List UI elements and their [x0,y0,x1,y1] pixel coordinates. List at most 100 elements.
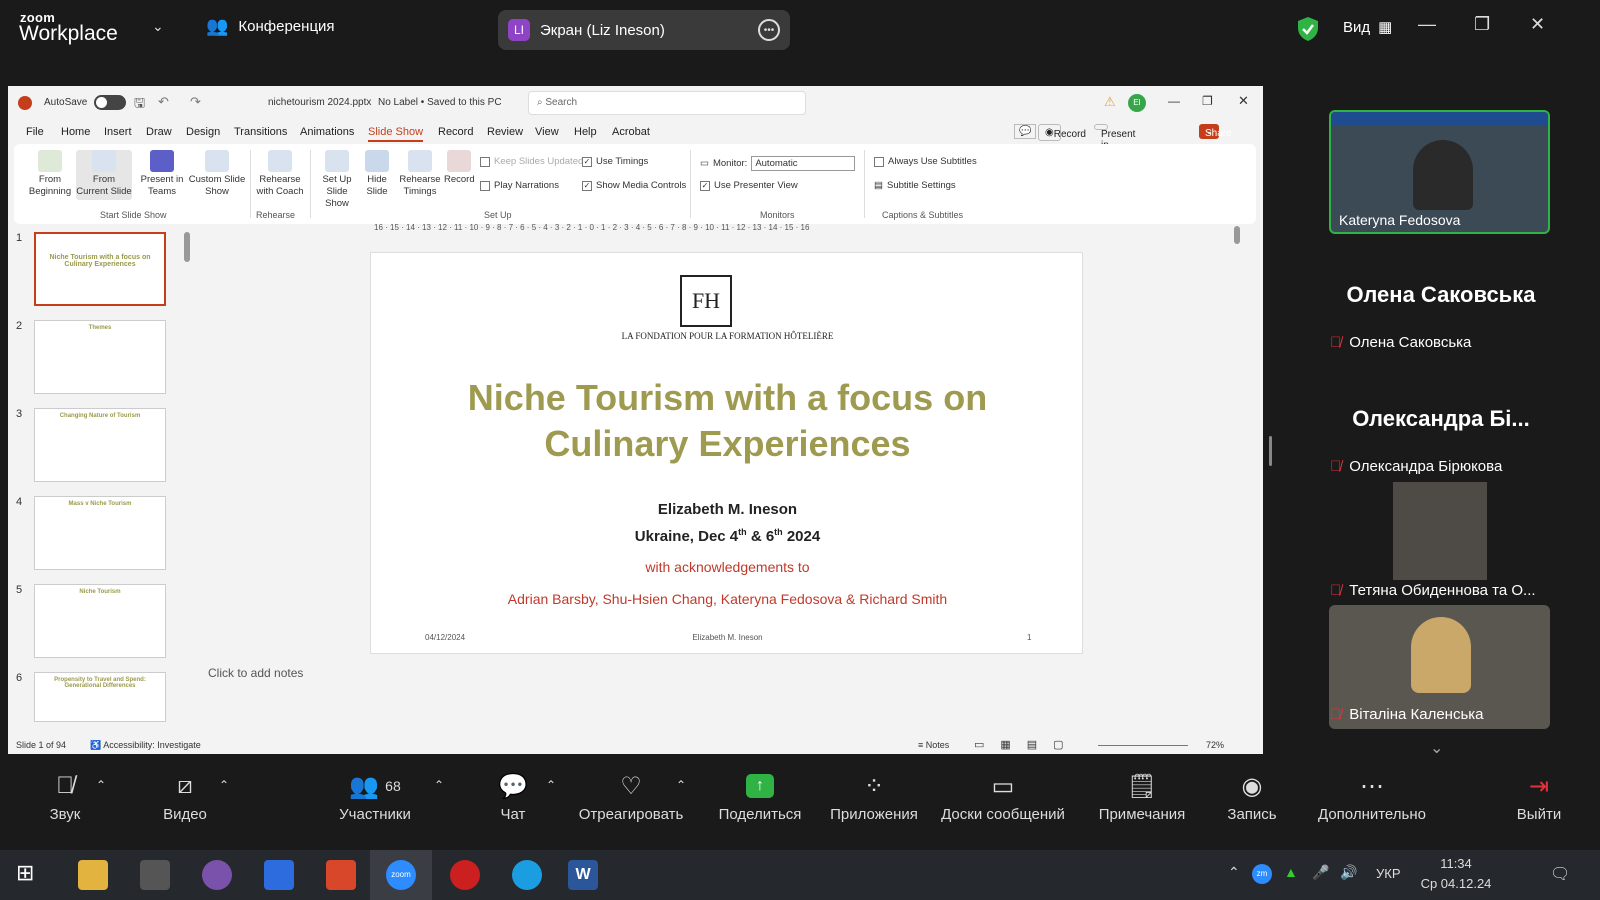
chevron-down-icon[interactable]: ⌄ [152,18,164,35]
always-subtitles-checkbox[interactable]: Always Use Subtitles [874,156,977,167]
react-button[interactable]: ♡ Отреагировать [574,766,688,824]
slide-thumbnail[interactable]: Niche Tourism with a focus on Culinary E… [34,232,166,306]
audio-button[interactable]: 🎙̸ Звук [30,766,100,823]
view-button[interactable]: Вид ▦ [1343,18,1392,37]
editor-scrollbar[interactable] [1234,226,1240,244]
panel-splitter[interactable] [1269,436,1272,466]
slide-thumbnail[interactable]: Niche Tourism [34,584,166,658]
more-button[interactable]: ⋯ Дополнительно [1310,766,1434,824]
chevron-up-icon[interactable]: ⌃ [219,778,229,792]
hide-slide-button[interactable]: Hide Slide [362,150,392,198]
chevron-up-icon[interactable]: ⌃ [546,778,556,792]
security-shield-icon[interactable] [1296,16,1320,42]
redo-icon[interactable]: ↷ [190,94,201,110]
keep-slides-checkbox[interactable]: Keep Slides Updated [480,156,583,167]
clock-date[interactable]: Ср 04.12.24 [1412,876,1500,891]
close-icon[interactable]: ✕ [1238,93,1249,109]
video-tile-active[interactable]: Kateryna Fedosova [1329,110,1550,234]
tab-help[interactable]: Help [574,126,597,138]
undo-icon[interactable]: ↶ [158,94,169,110]
monitor-select[interactable]: Automatic [751,156,856,171]
windows-start-icon[interactable]: ⊞ [16,860,46,890]
taskbar-active-zoom[interactable]: zoom [370,850,432,900]
tab-view[interactable]: View [535,126,559,138]
participant-label[interactable]: 🎙̸ Віталіна Каленська [1330,706,1552,723]
leave-button[interactable]: ⇥ Выйти [1512,766,1566,824]
microphone-icon[interactable]: 🎤 [1312,864,1329,881]
participants-button[interactable]: 👥 68 Участники [330,766,420,824]
app-icon[interactable] [326,860,356,890]
video-button[interactable]: ⧄ Видео [150,766,220,823]
sensitivity-label[interactable]: No Label • Saved to this PC [378,97,502,108]
thumbnail-scrollbar[interactable] [184,232,190,262]
participant-label[interactable]: 🎙̸ Тетяна Обиденнова та О... [1330,582,1555,599]
tab-insert[interactable]: Insert [104,126,132,138]
share-button[interactable]: Share ⌄ [1199,124,1232,139]
comments-icon[interactable]: 💬 [1014,124,1037,139]
record-ribbon-button[interactable]: Record [444,150,475,186]
meeting-info[interactable]: 👥 Конференция [206,16,335,37]
share-screen-button[interactable]: ↑ Поделиться [710,766,810,823]
minimize-icon[interactable]: — [1168,94,1180,108]
language-indicator[interactable]: УКР [1376,866,1401,881]
tab-record[interactable]: Record [438,126,473,138]
participant-label[interactable]: 🎙̸ Олександра Бірюкова [1330,458,1552,475]
record-button[interactable]: ◉ Record [1038,124,1086,141]
opera-icon[interactable] [450,860,480,890]
presenter-view-checkbox[interactable]: ✓ Use Presenter View [700,180,798,191]
screen-share-pill[interactable]: LI Экран (Liz Ineson) ••• [498,10,790,50]
apps-button[interactable]: ⁘ Приложения [822,766,926,824]
file-explorer-icon[interactable] [78,860,108,890]
save-icon[interactable]: 🖫 [134,94,145,116]
tab-review[interactable]: Review [487,126,523,138]
tab-home[interactable]: Home [61,126,90,138]
notes-button[interactable]: 🗒 Примечания [1090,766,1194,824]
whiteboards-button[interactable]: ▭ Доски сообщений [938,766,1068,824]
participant-label[interactable]: 🎙̸ Олена Саковська [1330,334,1552,351]
slide-thumbnail[interactable]: Mass v Niche Tourism [34,496,166,570]
use-timings-checkbox[interactable]: ✓ Use Timings [582,156,648,167]
custom-show-button[interactable]: Custom Slide Show [188,150,246,198]
current-slide[interactable]: FH LA FONDATION POUR LA FORMATION HÔTELI… [370,252,1083,654]
record-button[interactable]: ◉ Запись [1220,766,1284,824]
present-teams-button[interactable]: Present in Teams [1094,124,1135,162]
setup-button[interactable]: Set Up Slide Show [314,150,360,210]
tab-acrobat[interactable]: Acrobat [612,126,650,138]
zoom-tray-icon[interactable]: zm [1252,864,1272,884]
notes-toggle[interactable]: ≡ Notes [918,740,949,750]
edge-icon[interactable] [512,860,542,890]
rehearse-timings-button[interactable]: Rehearse Timings [398,150,442,198]
tray-app-icon[interactable]: ▲ [1284,864,1298,880]
close-icon[interactable]: ✕ [1530,14,1545,35]
present-teams-ribbon-button[interactable]: Present in Teams [136,150,188,198]
save-disk-icon[interactable] [264,860,294,890]
tab-design[interactable]: Design [186,126,220,138]
warning-icon[interactable]: ⚠ [1104,94,1116,110]
notes-pane[interactable]: Click to add notes [208,666,303,680]
slide-thumbnail[interactable]: Changing Nature of Tourism [34,408,166,482]
accessibility-status[interactable]: ♿ Accessibility: Investigate [90,740,201,751]
restore-icon[interactable]: ❐ [1474,14,1490,35]
slide-thumbnail[interactable]: Themes [34,320,166,394]
subtitle-settings-button[interactable]: ▤ Subtitle Settings [874,180,956,191]
from-current-button[interactable]: From Current Slide [76,150,132,200]
restore-icon[interactable]: ❐ [1202,94,1213,108]
view-buttons[interactable]: ▭▦▤▢ [974,738,1080,751]
tab-transitions[interactable]: Transitions [234,126,287,138]
chevron-up-icon[interactable]: ⌃ [434,778,444,792]
play-narrations-checkbox[interactable]: Play Narrations [480,180,559,191]
word-icon[interactable]: W [568,860,598,890]
notifications-icon[interactable]: 🗨 [1550,864,1570,884]
from-beginning-button[interactable]: From Beginning [24,150,76,198]
chevron-up-icon[interactable]: ⌃ [96,778,106,792]
more-options-icon[interactable]: ••• [758,19,780,41]
tab-file[interactable]: File [26,126,44,138]
autosave-toggle[interactable] [94,95,126,110]
chevron-up-icon[interactable]: ⌃ [1228,864,1240,881]
tab-animations[interactable]: Animations [300,126,354,138]
volume-icon[interactable]: 🔊 [1340,864,1357,881]
tab-slide-show[interactable]: Slide Show [368,126,424,142]
tab-draw[interactable]: Draw [146,126,172,138]
slide-thumbnail[interactable]: Propensity to Travel and Spend: Generati… [34,672,166,722]
chevron-down-icon[interactable]: ⌄ [1430,738,1443,758]
